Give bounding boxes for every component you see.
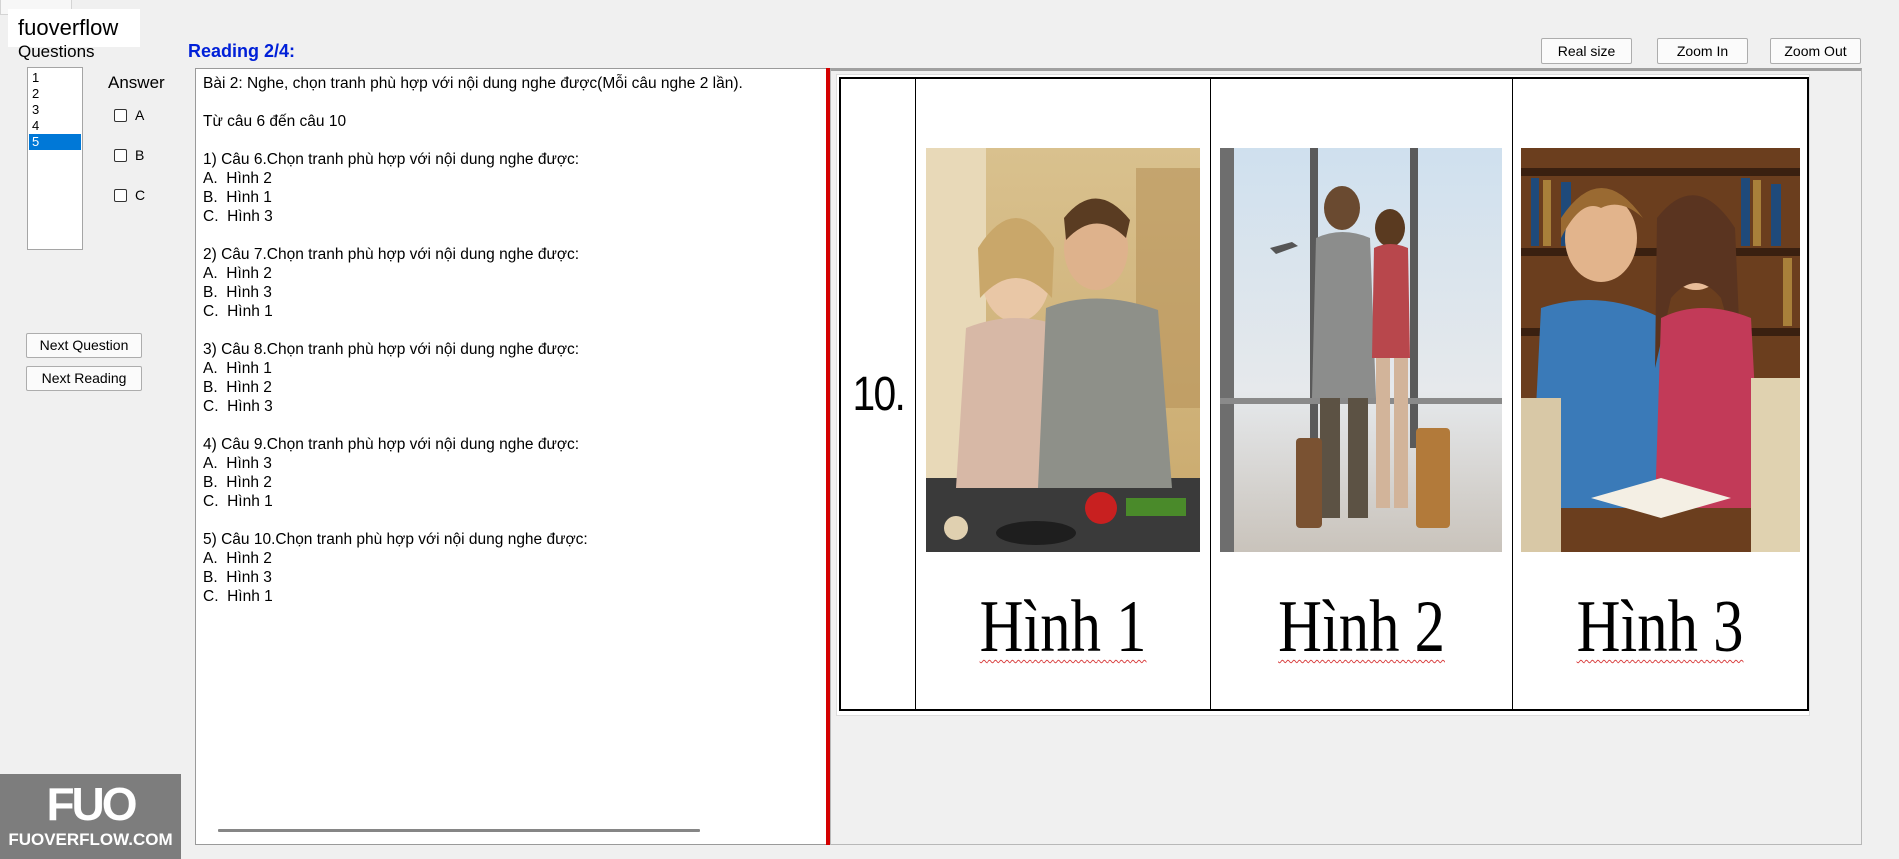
answer-option-a[interactable]: A bbox=[114, 107, 144, 123]
photo-cooking bbox=[925, 148, 1200, 552]
reading-line: C. Hình 1 bbox=[203, 588, 273, 605]
reading-line: A. Hình 2 bbox=[203, 265, 272, 282]
answer-label: Answer bbox=[108, 73, 165, 92]
reading-line: A. Hình 2 bbox=[203, 550, 272, 567]
reading-line: B. Hình 1 bbox=[203, 189, 272, 206]
reading-line bbox=[203, 416, 820, 435]
reading-line: C. Hình 1 bbox=[203, 303, 273, 320]
reading-line: 2) Câu 7.Chọn tranh phù hợp với nội dung… bbox=[203, 246, 580, 263]
real-size-button[interactable]: Real size bbox=[1541, 38, 1632, 64]
caption-3: Hình 3 bbox=[1539, 587, 1780, 667]
fuoverflow-logo: FUO FUOVERFLOW.COM bbox=[0, 774, 181, 859]
reading-line: A. Hình 2 bbox=[203, 170, 272, 187]
questions-label: Questions bbox=[18, 42, 95, 61]
zoom-in-button[interactable]: Zoom In bbox=[1657, 38, 1748, 64]
caption-2: Hình 2 bbox=[1238, 587, 1485, 667]
reading-line: B. Hình 2 bbox=[203, 379, 272, 396]
answer-option-c[interactable]: C bbox=[114, 187, 145, 203]
reading-line: Từ câu 6 đến câu 10 bbox=[203, 113, 347, 130]
question-image: 10. Hình 1 Hình 2 Hình 3 bbox=[836, 74, 1810, 716]
reading-line: Bài 2: Nghe, chọn tranh phù hợp với nội … bbox=[203, 75, 743, 92]
caption-1-text: Hình 1 bbox=[979, 586, 1147, 668]
reading-line: C. Hình 1 bbox=[203, 493, 273, 510]
zoom-out-button[interactable]: Zoom Out bbox=[1770, 38, 1861, 64]
answer-label-b: B bbox=[135, 147, 145, 163]
reading-line: B. Hình 3 bbox=[203, 284, 272, 301]
picture-cell-1: Hình 1 bbox=[916, 79, 1211, 709]
picture-cell-3: Hình 3 bbox=[1513, 79, 1807, 709]
caption-2-text: Hình 2 bbox=[1277, 586, 1445, 668]
checkbox-a[interactable] bbox=[114, 108, 127, 122]
caption-3-text: Hình 3 bbox=[1576, 586, 1744, 668]
reading-line bbox=[203, 321, 820, 340]
question-list[interactable]: 12345 bbox=[27, 67, 83, 250]
question-list-item[interactable]: 2 bbox=[29, 86, 81, 102]
reading-title: Reading 2/4: bbox=[188, 41, 296, 61]
reading-line: 1) Câu 6.Chọn tranh phù hợp với nội dung… bbox=[203, 151, 580, 168]
checkbox-c[interactable] bbox=[114, 188, 127, 202]
reading-line: C. Hình 3 bbox=[203, 208, 273, 225]
answer-label-c: C bbox=[135, 187, 146, 203]
reading-line: A. Hình 1 bbox=[203, 360, 272, 377]
question-number-cell: 10. bbox=[841, 79, 916, 709]
reading-line: 3) Câu 8.Chọn tranh phù hợp với nội dung… bbox=[203, 341, 580, 358]
reading-line bbox=[203, 511, 820, 530]
photo-travel bbox=[1219, 148, 1502, 552]
reading-line bbox=[203, 93, 820, 112]
logo-mark: FUO bbox=[46, 778, 137, 830]
next-reading-button[interactable]: Next Reading bbox=[26, 366, 142, 391]
caption-1: Hình 1 bbox=[942, 587, 1183, 667]
question-list-item[interactable]: 5 bbox=[29, 134, 81, 150]
reading-line bbox=[203, 226, 820, 245]
horizontal-scrollbar[interactable] bbox=[218, 829, 700, 832]
reading-line: B. Hình 2 bbox=[203, 474, 272, 491]
next-question-button[interactable]: Next Question bbox=[26, 333, 142, 358]
reading-line bbox=[203, 131, 820, 150]
image-grid: 10. Hình 1 Hình 2 Hình 3 bbox=[839, 77, 1809, 711]
reading-line: C. Hình 3 bbox=[203, 398, 273, 415]
logo-text: FUOVERFLOW.COM bbox=[8, 830, 173, 849]
reading-text-panel[interactable]: Bài 2: Nghe, chọn tranh phù hợp với nội … bbox=[195, 68, 827, 845]
question-list-item[interactable]: 3 bbox=[29, 102, 81, 118]
photo-reading bbox=[1520, 148, 1800, 552]
question-list-item[interactable]: 1 bbox=[29, 70, 81, 86]
answer-option-b[interactable]: B bbox=[114, 147, 144, 163]
question-number: 10. bbox=[852, 367, 905, 421]
reading-line: B. Hình 3 bbox=[203, 569, 272, 586]
reading-line: 5) Câu 10.Chọn tranh phù hợp với nội dun… bbox=[203, 531, 588, 548]
answer-label-a: A bbox=[135, 107, 145, 123]
question-list-item[interactable]: 4 bbox=[29, 118, 81, 134]
reading-line: A. Hình 3 bbox=[203, 455, 272, 472]
picture-cell-2: Hình 2 bbox=[1211, 79, 1513, 709]
reading-line: 4) Câu 9.Chọn tranh phù hợp với nội dung… bbox=[203, 436, 580, 453]
checkbox-b[interactable] bbox=[114, 148, 127, 162]
